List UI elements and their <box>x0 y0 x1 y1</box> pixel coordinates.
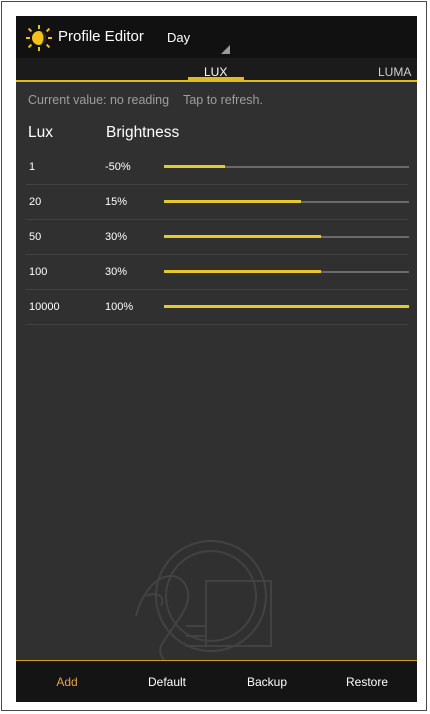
table-row[interactable]: 1 -50% <box>26 150 409 185</box>
status-row[interactable]: Current value: no reading Tap to refresh. <box>28 93 263 107</box>
tab-bar: LUX LUMA <box>16 58 417 82</box>
table-row[interactable]: 50 30% <box>26 220 409 255</box>
row-lux: 1 <box>29 161 36 173</box>
table-row[interactable]: 10000 100% <box>26 290 409 325</box>
restore-button[interactable]: Restore <box>327 675 407 689</box>
sun-icon[interactable] <box>26 25 52 51</box>
add-button[interactable]: Add <box>27 675 107 689</box>
row-brightness: 100% <box>105 301 134 313</box>
brightness-slider[interactable] <box>164 270 409 273</box>
tab-selected-indicator <box>188 77 244 80</box>
action-bar: Profile Editor Day <box>16 16 417 58</box>
tab-luma[interactable]: LUMA <box>378 65 411 79</box>
slider-fill <box>164 235 321 238</box>
brightness-slider[interactable] <box>164 200 409 203</box>
column-header-lux: Lux <box>28 124 53 141</box>
app-screen: Profile Editor Day LUX LUMA Current valu… <box>16 16 417 702</box>
backup-button[interactable]: Backup <box>227 675 307 689</box>
profile-rows: 1 -50% 20 15% 50 30% 100 30% 10000 100% <box>26 150 409 325</box>
row-lux: 100 <box>29 266 48 278</box>
row-lux: 10000 <box>29 301 60 313</box>
brightness-slider[interactable] <box>164 235 409 238</box>
app-title: Profile Editor <box>58 28 144 45</box>
brightness-slider[interactable] <box>164 305 409 308</box>
refresh-hint[interactable]: Tap to refresh. <box>183 93 263 107</box>
row-lux: 20 <box>29 196 42 208</box>
bottom-action-bar: Add Default Backup Restore <box>16 660 417 702</box>
table-row[interactable]: 20 15% <box>26 185 409 220</box>
row-brightness: 30% <box>105 231 128 243</box>
slider-fill <box>164 200 302 203</box>
profile-spinner[interactable]: Day <box>156 22 231 54</box>
profile-spinner-value: Day <box>167 30 191 45</box>
column-header-brightness: Brightness <box>106 124 180 141</box>
brightness-slider[interactable] <box>164 165 409 168</box>
slider-fill <box>164 270 321 273</box>
current-value-text: Current value: no reading <box>28 93 170 107</box>
dragon-watermark-icon <box>135 540 272 669</box>
screenshot-frame: Profile Editor Day LUX LUMA Current valu… <box>1 1 427 711</box>
row-brightness: 15% <box>105 196 128 208</box>
spinner-corner-icon <box>221 45 230 54</box>
default-button[interactable]: Default <box>127 675 207 689</box>
table-row[interactable]: 100 30% <box>26 255 409 290</box>
row-brightness: 30% <box>105 266 128 278</box>
slider-fill <box>164 165 226 168</box>
row-lux: 50 <box>29 231 42 243</box>
slider-fill <box>164 305 409 308</box>
row-brightness: -50% <box>105 161 131 173</box>
